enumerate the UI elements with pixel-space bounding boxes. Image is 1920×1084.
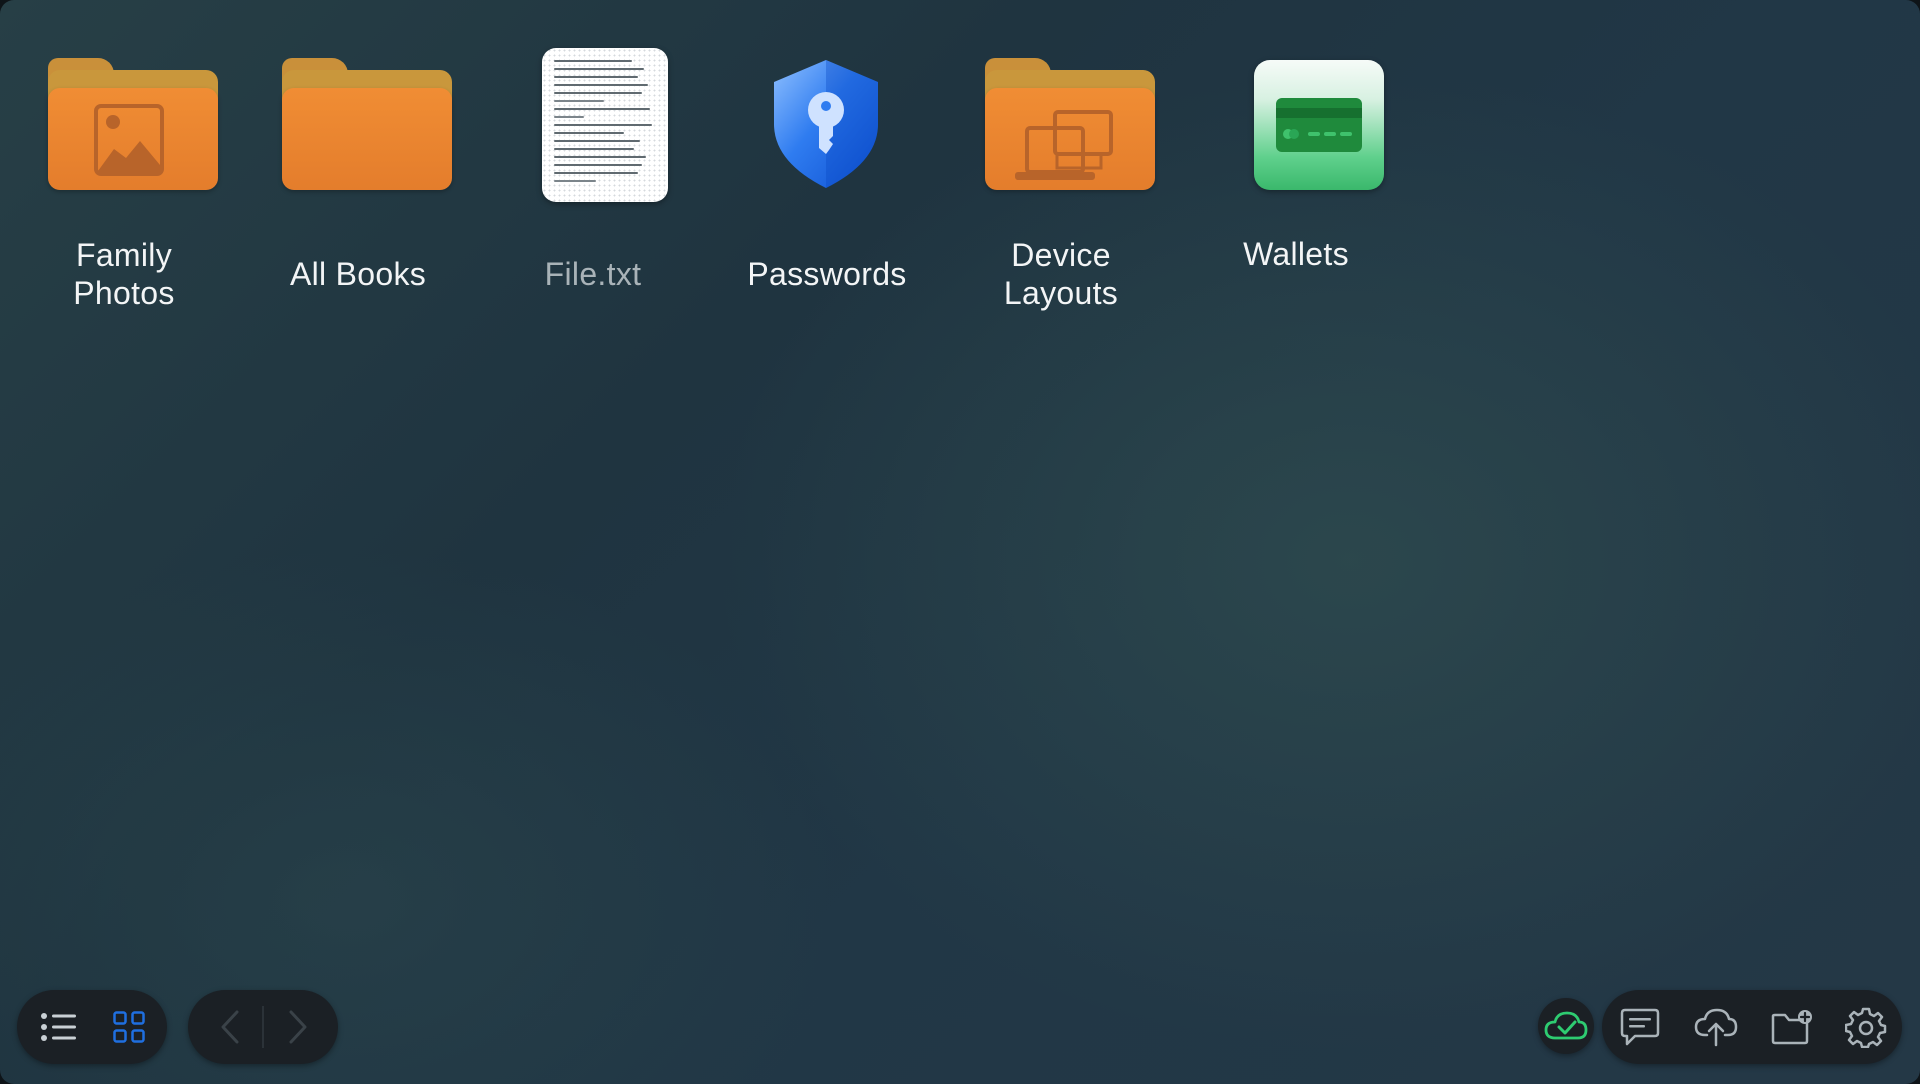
navigation-controls [188,990,338,1064]
new-folder-button[interactable] [1762,990,1822,1064]
list-view-button[interactable] [31,990,87,1064]
sync-status-button[interactable] [1538,998,1594,1054]
view-mode-toggle [17,990,167,1064]
devices-folder-icon [961,40,1161,210]
document-preview [542,48,668,202]
item-file-txt[interactable]: File.txt [493,40,693,330]
chevron-left-icon [221,1010,239,1044]
item-label-line2: Photos [73,275,175,311]
text-file-icon [493,40,693,210]
folder-add-icon [1771,1010,1812,1045]
item-label-line1: Family [75,237,173,273]
item-passwords[interactable]: Passwords [727,40,927,330]
chevron-right-icon [289,1010,307,1044]
forward-button[interactable] [270,990,326,1064]
item-label: File.txt [544,256,642,292]
settings-button[interactable] [1836,990,1896,1064]
photo-folder-icon [24,40,224,210]
cloud-upload-icon [1694,1008,1738,1047]
desktop: Family Photos All Books File.txt Passwor… [0,0,1920,1084]
list-icon [41,1013,76,1041]
back-button[interactable] [202,990,258,1064]
item-family-photos[interactable]: Family Photos [24,40,224,330]
folder-icon [258,40,458,210]
item-all-books[interactable]: All Books [258,40,458,330]
item-label-line1: Device [1011,237,1111,273]
upload-button[interactable] [1686,990,1746,1064]
chat-icon [1620,1008,1660,1046]
cloud-check-icon [1544,1011,1588,1040]
messages-button[interactable] [1610,990,1670,1064]
item-label: Wallets [1243,236,1349,272]
item-label: Passwords [747,256,907,292]
actions-toolbar [1602,990,1902,1064]
nav-divider [262,1006,264,1048]
item-wallets[interactable]: Wallets [1196,40,1396,330]
gear-icon [1845,1007,1887,1048]
grid-view-button[interactable] [101,990,157,1064]
grid-icon [113,1011,145,1043]
item-label-line2: Layouts [1003,275,1119,311]
credit-card-icon [1196,40,1396,210]
item-device-layouts[interactable]: Device Layouts [961,40,1161,330]
key-shield-icon [727,40,927,210]
item-label: All Books [289,256,427,292]
